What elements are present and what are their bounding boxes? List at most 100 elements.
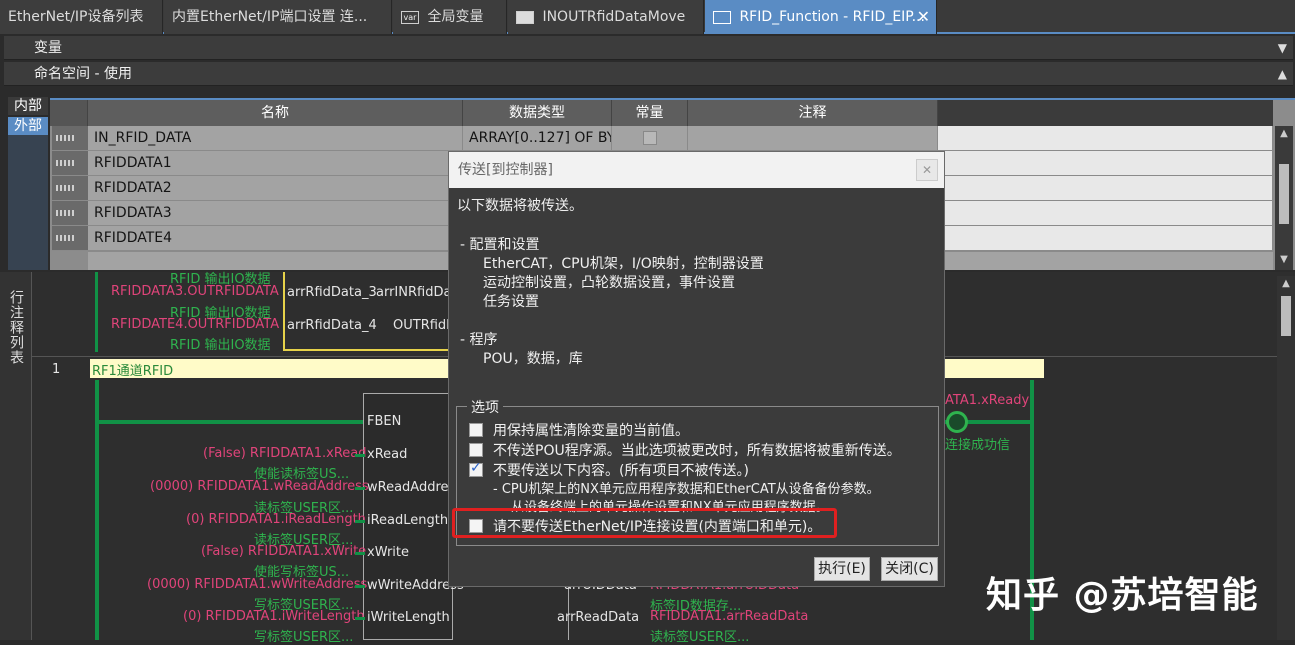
cell-extra: [938, 201, 1273, 226]
tab-external[interactable]: 外部: [8, 117, 48, 135]
tab-internal[interactable]: 内部: [8, 97, 48, 115]
ladder-variable[interactable]: ATA1.xReady: [945, 393, 1029, 408]
rung-wire: [97, 420, 363, 424]
cell-name[interactable]: RFIDDATA1: [88, 151, 463, 176]
ladder-variable[interactable]: (0000) RFIDDATA1.wReadAddress: [150, 479, 369, 494]
row-handle[interactable]: [52, 201, 88, 226]
cell-type[interactable]: ARRAY[0..127] OF BYT: [463, 126, 612, 151]
execute-button[interactable]: 执行(E): [814, 557, 870, 581]
tab-builtin-ethernet-ip-port-settings[interactable]: 内置EtherNet/IP端口设置 连...: [164, 0, 392, 34]
dialog-title-bar[interactable]: 传送[到控制器] ✕: [449, 152, 944, 188]
row-handle[interactable]: [52, 151, 88, 176]
config-line: 任务设置: [483, 294, 539, 310]
namespace-panel-header[interactable]: 命名空间 - 使用 ▲: [4, 62, 1293, 86]
row-handle[interactable]: [52, 126, 88, 151]
ladder-variable[interactable]: (0) RFIDDATA1.iWriteLength: [183, 609, 365, 624]
cell-name[interactable]: RFIDDATA2: [88, 176, 463, 201]
ladder-variable[interactable]: (0) RFIDDATA1.iReadLength: [186, 512, 366, 527]
tab-label: EtherNet/IP设备列表: [8, 9, 144, 25]
scroll-down-icon[interactable]: ▼: [1275, 254, 1293, 265]
pin-stub: [355, 617, 365, 620]
scroll-up-icon[interactable]: ▲: [1277, 278, 1295, 289]
program-line: POU，数据，库: [483, 351, 583, 367]
ladder-variable[interactable]: (False) RFIDDATA1.xRead: [203, 446, 367, 461]
power-rail-left: [95, 272, 98, 352]
cell-constant[interactable]: [612, 126, 688, 151]
table-row[interactable]: IN_RFID_DATA ARRAY[0..127] OF BYT: [50, 126, 1273, 151]
cell-extra: [938, 151, 1273, 176]
scroll-thumb[interactable]: [1279, 164, 1289, 224]
connection-line: [283, 349, 448, 351]
fb-pin: arrReadData: [557, 610, 640, 625]
checkbox[interactable]: [469, 443, 483, 457]
ladder-variable[interactable]: RFIDDATA3.OUTRFIDDATA: [111, 284, 279, 299]
row-handle-header: [50, 100, 88, 126]
program-header: - 程序: [460, 332, 498, 348]
power-rail-left: [95, 380, 99, 640]
tab-inoutrfiddatamove[interactable]: INOUTRfidDataMove: [508, 0, 704, 34]
column-header-type[interactable]: 数据类型: [463, 100, 612, 126]
ladder-comment: 连接成功信: [945, 438, 1011, 453]
tab-external-label: 外部: [14, 118, 42, 134]
cell-name[interactable]: IN_RFID_DATA: [88, 126, 463, 151]
close-icon[interactable]: ✕: [916, 159, 938, 181]
tab-label: INOUTRfidDataMove: [542, 9, 686, 25]
pin-stub: [355, 487, 365, 490]
close-icon[interactable]: ✕: [917, 0, 930, 34]
doc-icon: [516, 10, 534, 24]
table-scrollbar[interactable]: ▲ ▼: [1275, 126, 1293, 270]
tab-rfid-function[interactable]: RFID_Function - RFID_EIP... ✕: [705, 0, 937, 34]
namespace-panel-title: 命名空间 - 使用: [34, 66, 132, 82]
tab-global-variables[interactable]: var 全局变量: [393, 0, 507, 34]
highlight-box: [452, 508, 837, 538]
option-sub-note: - CPU机架上的NX单元应用程序数据和EtherCAT从设备备份参数。: [493, 482, 880, 497]
row-handle[interactable]: [52, 226, 88, 251]
tab-internal-label: 内部: [14, 98, 42, 114]
config-line: EtherCAT，CPU机架，I/O映射，控制器设置: [483, 256, 764, 272]
chevron-down-icon[interactable]: ▼: [1278, 36, 1287, 60]
option-label: 不要传送以下内容。(所有项目不被传送。): [493, 463, 749, 479]
option-clear-retain[interactable]: 用保持属性清除变量的当前值。: [469, 420, 689, 440]
variables-panel-header[interactable]: 变量 ▼: [4, 36, 1293, 60]
dialog-title: 传送[到控制器]: [458, 162, 553, 178]
column-header-name[interactable]: 名称: [88, 100, 463, 126]
column-header-comment[interactable]: 注释: [688, 100, 938, 126]
scroll-thumb[interactable]: [1281, 296, 1291, 336]
constant-checkbox[interactable]: [642, 131, 657, 145]
variables-panel-title: 变量: [34, 40, 62, 56]
option-no-pou-source[interactable]: 不传送POU程序源。当此选项被更改时，所有数据将被重新传送。: [469, 440, 901, 460]
fb-pin: xWrite: [367, 545, 410, 560]
column-header-constant[interactable]: 常量: [612, 100, 688, 126]
chevron-up-icon[interactable]: ▲: [1278, 62, 1287, 86]
option-do-not-transfer[interactable]: 不要传送以下内容。(所有项目不被传送。): [469, 460, 749, 480]
scroll-up-icon[interactable]: ▲: [1275, 128, 1293, 139]
pin-stub: [355, 454, 365, 457]
output-coil[interactable]: [946, 411, 968, 433]
pin-stub: [355, 585, 365, 588]
cell-extra: [938, 176, 1273, 201]
checkbox-checked[interactable]: [469, 460, 483, 477]
tab-ethernet-ip-device-list[interactable]: EtherNet/IP设备列表: [0, 0, 163, 34]
ladder-variable[interactable]: RFIDDATA1.arrReadData: [650, 609, 808, 624]
ladder-variable[interactable]: RFIDDATE4.OUTRFIDDATA: [111, 317, 279, 332]
close-button[interactable]: 关闭(C): [881, 557, 938, 581]
pin-stub: [355, 520, 365, 523]
fb-pin: OUTRfidD: [393, 318, 457, 333]
side-tab-column: [8, 135, 48, 270]
row-handle[interactable]: [52, 176, 88, 201]
row-comment-list-label[interactable]: 行注释列表: [6, 290, 26, 365]
column-header-filler: [938, 100, 1273, 126]
cell-name[interactable]: RFIDDATE4: [88, 226, 463, 251]
cell-name[interactable]: RFIDDATA3: [88, 201, 463, 226]
pin-stub: [355, 552, 365, 555]
option-label: 用保持属性清除变量的当前值。: [493, 423, 689, 439]
tab-label: 内置EtherNet/IP端口设置 连...: [172, 9, 368, 25]
cell-comment[interactable]: [688, 126, 938, 151]
ladder-scrollbar[interactable]: ▲: [1277, 276, 1295, 640]
ladder-variable[interactable]: (0000) RFIDDATA1.wWriteAddress: [147, 577, 367, 592]
config-header: - 配置和设置: [460, 237, 540, 253]
document-tab-bar: EtherNet/IP设备列表 内置EtherNet/IP端口设置 连... v…: [0, 0, 1295, 34]
rung-comment: RF1通道RFID: [92, 364, 174, 379]
checkbox[interactable]: [469, 423, 483, 437]
ladder-variable[interactable]: (False) RFIDDATA1.xWrite: [201, 544, 366, 559]
